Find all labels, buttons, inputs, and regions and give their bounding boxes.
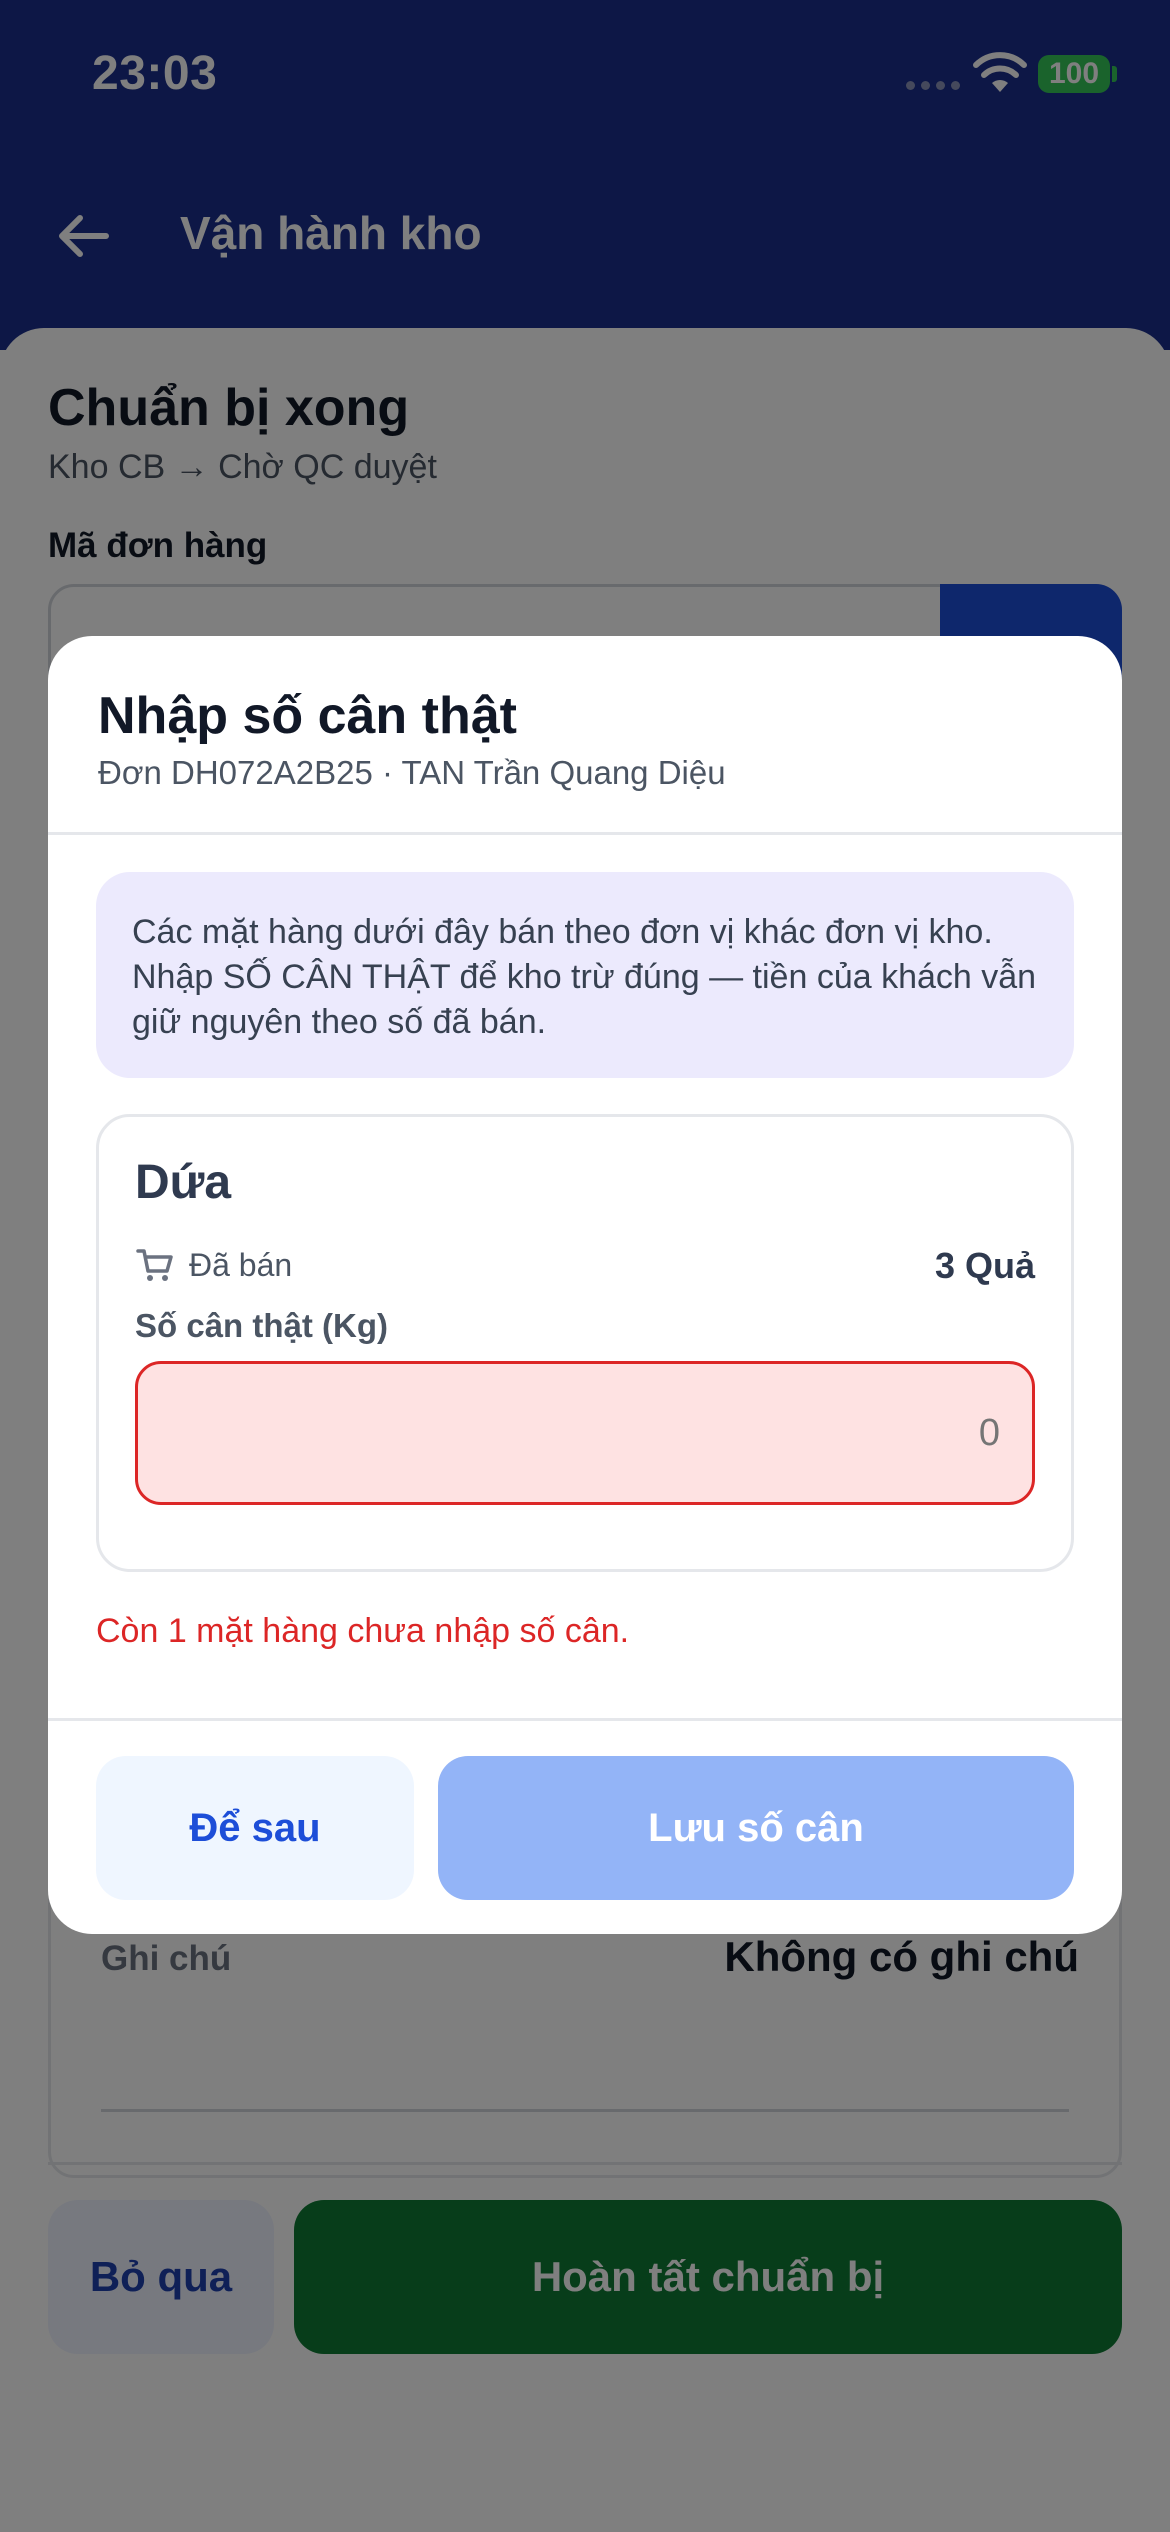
warning-text: Còn 1 mặt hàng chưa nhập số cân. xyxy=(96,1612,630,1650)
info-box: Các mặt hàng dưới đây bán theo đơn vị kh… xyxy=(96,872,1074,1078)
actual-weight-label: Số cân thật (Kg) xyxy=(135,1307,388,1344)
actual-weight-input[interactable] xyxy=(135,1361,1035,1505)
weight-entry-modal: Nhập số cân thật Đơn DH072A2B25 · TAN Tr… xyxy=(48,636,1122,1934)
modal-divider xyxy=(48,832,1122,835)
modal-divider-bottom xyxy=(48,1718,1122,1721)
sold-value: 3 Quả xyxy=(934,1245,1035,1286)
cart-icon xyxy=(136,1249,173,1281)
modal-title: Nhập số cân thật xyxy=(98,687,517,745)
item-card: Dứa Đã bán 3 Quả Số cân thật (Kg) xyxy=(96,1114,1074,1572)
sold-label: Đã bán xyxy=(189,1247,293,1283)
later-button[interactable]: Để sau xyxy=(96,1756,414,1900)
save-weight-button[interactable]: Lưu số cân xyxy=(438,1756,1074,1900)
item-name: Dứa xyxy=(135,1156,232,1209)
modal-subtitle: Đơn DH072A2B25 · TAN Trần Quang Diệu xyxy=(98,754,726,791)
